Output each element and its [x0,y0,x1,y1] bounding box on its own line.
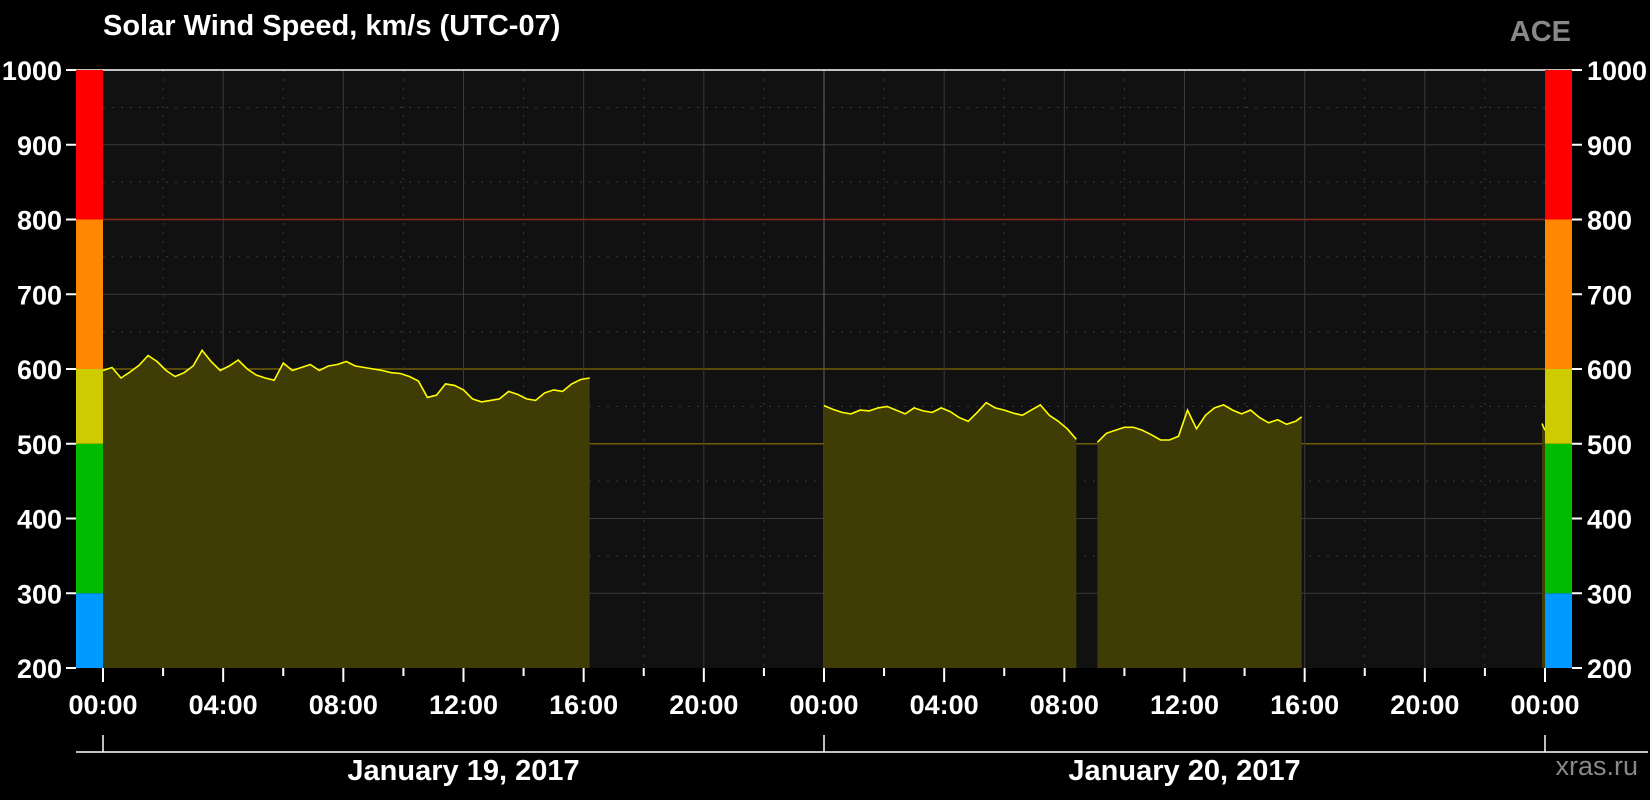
color-band-left [76,369,103,444]
color-band-right [1545,70,1572,220]
x-tick-label: 00:00 [68,690,137,720]
x-tick-label: 08:00 [1030,690,1099,720]
y-tick-label-left: 1000 [2,56,62,86]
y-tick-label-right: 800 [1587,206,1632,236]
area-fill-segment-1 [103,350,590,668]
y-tick-label-left: 700 [17,280,62,310]
y-tick-label-left: 400 [17,505,62,535]
color-band-left [76,443,103,594]
solar-wind-chart: 200 200 300 300 400 400 500 500 600 600 700 700 800 8… [2,56,1648,787]
color-band-right [1545,443,1572,594]
color-band-right [1545,369,1572,444]
y-tick-label-right: 500 [1587,430,1632,460]
y-tick-label-right: 200 [1587,654,1632,684]
x-tick-label: 04:00 [910,690,979,720]
color-band-left [76,593,103,668]
y-tick-label-left: 900 [17,131,62,161]
area-fill-segment-2 [824,402,1077,668]
y-tick-label-right: 900 [1587,131,1632,161]
x-tick-label: 00:00 [1510,690,1579,720]
x-tick-label: 20:00 [669,690,738,720]
x-tick-label: 12:00 [429,690,498,720]
date-label: January 20, 2017 [1068,755,1300,787]
y-tick-label-left: 300 [17,579,62,609]
color-band-left [76,70,103,220]
color-band-right [1545,593,1572,668]
y-tick-label-right: 600 [1587,355,1632,385]
y-tick-label-right: 700 [1587,280,1632,310]
color-band-left [76,219,103,369]
x-tick-label: 16:00 [1270,690,1339,720]
y-tick-label-right: 400 [1587,505,1632,535]
date-label: January 19, 2017 [347,755,579,787]
y-tick-label-right: 1000 [1587,56,1647,86]
x-axis: 00:00 04:00 08:00 12:00 16:00 20:00 00:00 04:00… [68,668,1648,787]
y-tick-label-right: 300 [1587,579,1632,609]
x-tick-label: 16:00 [549,690,618,720]
y-tick-label-left: 800 [17,206,62,236]
y-tick-label-left: 500 [17,430,62,460]
color-band-right [1545,219,1572,369]
x-tick-label: 04:00 [189,690,258,720]
area-fill-segment-3 [1097,404,1302,668]
y-tick-label-left: 600 [17,355,62,385]
area-fill-segment-4 [1542,423,1545,668]
y-tick-label-left: 200 [17,654,62,684]
x-tick-label: 08:00 [309,690,378,720]
x-tick-label: 12:00 [1150,690,1219,720]
x-tick-label: 20:00 [1390,690,1459,720]
x-tick-label: 00:00 [789,690,858,720]
